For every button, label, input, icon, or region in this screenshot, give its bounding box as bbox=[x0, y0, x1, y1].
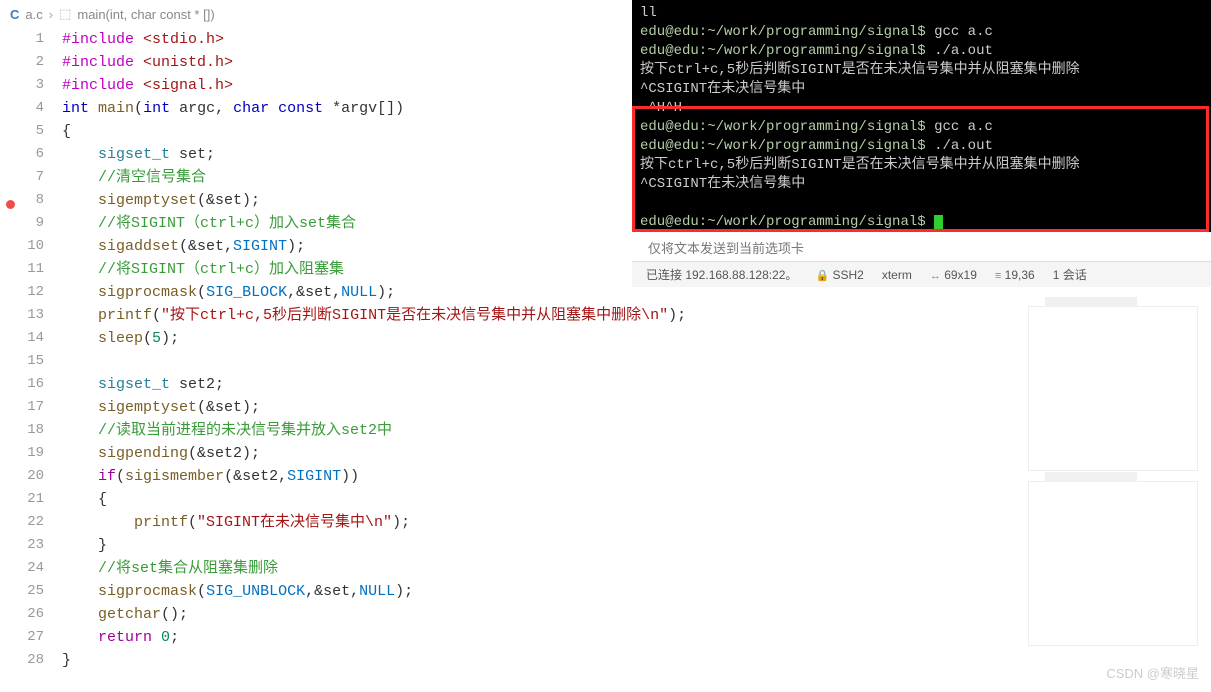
line-number[interactable]: 7 bbox=[0, 166, 44, 189]
status-sessions: 1 会话 bbox=[1053, 266, 1087, 283]
status-position: 19,36 bbox=[1005, 268, 1035, 282]
terminal-hint-text: 仅将文本发送到当前选项卡 bbox=[648, 238, 804, 257]
code-line[interactable]: } bbox=[62, 649, 686, 672]
terminal-line bbox=[640, 194, 1203, 213]
code-line[interactable]: printf("按下ctrl+c,5秒后判断SIGINT是否在未决信号集中并从阻… bbox=[62, 304, 686, 327]
code-line[interactable]: sigaddset(&set,SIGINT); bbox=[62, 235, 686, 258]
line-number[interactable]: 6 bbox=[0, 143, 44, 166]
terminal-line: edu@edu:~/work/programming/signal$ gcc a… bbox=[640, 118, 1203, 137]
terminal-line: 按下ctrl+c,5秒后判断SIGINT是否在未决信号集中并从阻塞集中删除 bbox=[640, 61, 1203, 80]
line-number[interactable]: 27 bbox=[0, 626, 44, 649]
code-line[interactable]: //将SIGINT（ctrl+c）加入阻塞集 bbox=[62, 258, 686, 281]
terminal-line: edu@edu:~/work/programming/signal$ ./a.o… bbox=[640, 137, 1203, 156]
line-number[interactable]: 18 bbox=[0, 419, 44, 442]
chevron-right-icon: › bbox=[49, 7, 53, 22]
code-line[interactable]: #include <unistd.h> bbox=[62, 51, 686, 74]
code-line[interactable]: getchar(); bbox=[62, 603, 686, 626]
code-line[interactable]: sigprocmask(SIG_BLOCK,&set,NULL); bbox=[62, 281, 686, 304]
code-line[interactable]: { bbox=[62, 488, 686, 511]
code-line[interactable]: printf("SIGINT在未决信号集中\n"); bbox=[62, 511, 686, 534]
cursor-pos-icon: ≡ bbox=[995, 270, 1001, 282]
code-line[interactable] bbox=[62, 350, 686, 373]
terminal-line: edu@edu:~/work/programming/signal$ ./a.o… bbox=[640, 42, 1203, 61]
code-line[interactable]: #include <stdio.h> bbox=[62, 28, 686, 51]
status-connection: 已连接 192.168.88.128:22。 bbox=[646, 266, 797, 283]
status-size: 69x19 bbox=[944, 268, 977, 282]
code-line[interactable]: sigemptyset(&set); bbox=[62, 396, 686, 419]
code-line[interactable]: } bbox=[62, 534, 686, 557]
code-line[interactable]: //将SIGINT（ctrl+c）加入set集合 bbox=[62, 212, 686, 235]
code-line[interactable]: //读取当前进程的未决信号集并放入set2中 bbox=[62, 419, 686, 442]
line-number[interactable]: 17 bbox=[0, 396, 44, 419]
line-number[interactable]: 20 bbox=[0, 465, 44, 488]
code-line[interactable]: { bbox=[62, 120, 686, 143]
breakpoint-icon[interactable] bbox=[6, 200, 15, 209]
line-number[interactable]: 26 bbox=[0, 603, 44, 626]
code-line[interactable]: //将set集合从阻塞集删除 bbox=[62, 557, 686, 580]
line-number[interactable]: 25 bbox=[0, 580, 44, 603]
code-content[interactable]: #include <stdio.h>#include <unistd.h>#in… bbox=[62, 28, 686, 672]
line-number[interactable]: 14 bbox=[0, 327, 44, 350]
code-line[interactable]: sigprocmask(SIG_UNBLOCK,&set,NULL); bbox=[62, 580, 686, 603]
code-line[interactable]: int main(int argc, char const *argv[]) bbox=[62, 97, 686, 120]
terminal-line: ^CSIGINT在未决信号集中 bbox=[640, 175, 1203, 194]
code-line[interactable]: #include <signal.h> bbox=[62, 74, 686, 97]
line-number-gutter[interactable]: 1234567891011121314151617181920212223242… bbox=[0, 28, 62, 672]
thumbnail-card[interactable] bbox=[1028, 481, 1198, 646]
line-number[interactable]: 2 bbox=[0, 51, 44, 74]
line-number[interactable]: 12 bbox=[0, 281, 44, 304]
line-number[interactable]: 16 bbox=[0, 373, 44, 396]
line-number[interactable]: 24 bbox=[0, 557, 44, 580]
code-line[interactable]: sigemptyset(&set); bbox=[62, 189, 686, 212]
code-line[interactable]: //清空信号集合 bbox=[62, 166, 686, 189]
terminal-line: ll bbox=[640, 4, 1203, 23]
line-number[interactable]: 23 bbox=[0, 534, 44, 557]
code-line[interactable]: sleep(5); bbox=[62, 327, 686, 350]
breadcrumb-file[interactable]: a.c bbox=[25, 7, 42, 22]
line-number[interactable]: 4 bbox=[0, 97, 44, 120]
line-number[interactable]: 21 bbox=[0, 488, 44, 511]
code-line[interactable]: sigset_t set; bbox=[62, 143, 686, 166]
terminal-line: edu@edu:~/work/programming/signal$ gcc a… bbox=[640, 23, 1203, 42]
line-number[interactable]: 11 bbox=[0, 258, 44, 281]
code-line[interactable]: return 0; bbox=[62, 626, 686, 649]
status-term-type: xterm bbox=[882, 268, 912, 282]
code-line[interactable]: if(sigismember(&set2,SIGINT)) bbox=[62, 465, 686, 488]
thumbnail-sidebar bbox=[1015, 296, 1211, 692]
thumbnail-card[interactable] bbox=[1028, 306, 1198, 471]
resize-icon: ↔ bbox=[930, 270, 941, 282]
line-number[interactable]: 9 bbox=[0, 212, 44, 235]
status-protocol: SSH2 bbox=[832, 268, 863, 282]
terminal-line: ^CSIGINT在未决信号集中 bbox=[640, 80, 1203, 99]
line-number[interactable]: 15 bbox=[0, 350, 44, 373]
line-number[interactable]: 13 bbox=[0, 304, 44, 327]
line-number[interactable]: 1 bbox=[0, 28, 44, 51]
breadcrumb-symbol[interactable]: main(int, char const * []) bbox=[77, 7, 214, 22]
terminal-panel[interactable]: lledu@edu:~/work/programming/signal$ gcc… bbox=[632, 0, 1211, 232]
code-line[interactable]: sigset_t set2; bbox=[62, 373, 686, 396]
c-file-icon: C bbox=[10, 7, 19, 22]
terminal-line: 按下ctrl+c,5秒后判断SIGINT是否在未决信号集中并从阻塞集中删除 bbox=[640, 156, 1203, 175]
line-number[interactable]: 28 bbox=[0, 649, 44, 672]
line-number[interactable]: 5 bbox=[0, 120, 44, 143]
terminal-line: edu@edu:~/work/programming/signal$ bbox=[640, 213, 1203, 232]
terminal-line: ^H^H bbox=[640, 99, 1203, 118]
terminal-cursor bbox=[934, 215, 943, 230]
terminal-status-bar: 已连接 192.168.88.128:22。 🔒 SSH2 xterm ↔ 69… bbox=[632, 261, 1211, 287]
line-number[interactable]: 3 bbox=[0, 74, 44, 97]
lock-icon: 🔒 bbox=[815, 270, 829, 282]
line-number[interactable]: 19 bbox=[0, 442, 44, 465]
symbol-icon: ⬚ bbox=[59, 6, 71, 22]
line-number[interactable]: 22 bbox=[0, 511, 44, 534]
watermark-text: CSDN @寒晓星 bbox=[1106, 663, 1199, 682]
code-line[interactable]: sigpending(&set2); bbox=[62, 442, 686, 465]
line-number[interactable]: 10 bbox=[0, 235, 44, 258]
